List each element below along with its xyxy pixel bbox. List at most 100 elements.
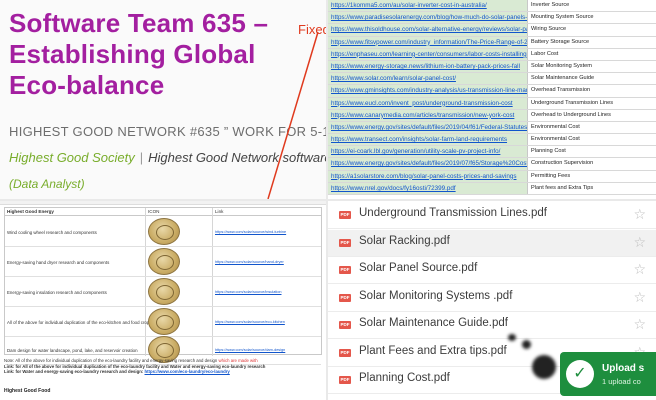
source-url-cell[interactable]: https://ei-coark.lbl.gov/generation/util…: [328, 146, 528, 158]
pdf-icon: PDF: [339, 238, 351, 247]
source-url-cell[interactable]: https://www.canarymedia.com/articles/tra…: [328, 109, 528, 121]
gold-medal-icon: [148, 218, 180, 245]
source-url-cell[interactable]: https://www.energy-storage.news/lithium-…: [328, 60, 528, 73]
star-icon[interactable]: ☆: [633, 316, 646, 333]
source-label-cell: Permitting Fees: [531, 172, 571, 179]
energy-item-link[interactable]: https://www.com/solar/source/dam-design: [215, 348, 285, 352]
table-row: https://www.canarymedia.com/articles/tra…: [328, 109, 656, 122]
toast-title: Upload s: [602, 363, 645, 374]
file-row[interactable]: PDF Solar Monitoring Systems .pdf ☆: [328, 285, 656, 312]
star-icon[interactable]: ☆: [633, 261, 646, 278]
source-label-cell: Mounting System Source: [531, 14, 594, 21]
table-row: https://a1solarstore.com/blog/solar-pane…: [328, 170, 656, 183]
file-name: Solar Maintenance Guide.pdf: [359, 317, 508, 329]
table-row: https://www.energy-storage.news/lithium-…: [328, 60, 656, 74]
cursor-smudge: [532, 355, 556, 379]
header-link: Link: [215, 209, 224, 214]
file-row[interactable]: PDF Solar Panel Source.pdf ☆: [328, 257, 656, 284]
source-label-cell: Environmental Cost: [531, 136, 580, 143]
file-list-panel: PDF Underground Transmission Lines.pdf ☆ PD…: [328, 201, 656, 400]
source-url-cell[interactable]: https://www.fitsvpower.com/industry_info…: [328, 36, 528, 48]
source-url-cell[interactable]: https://www.nrel.gov/docs/fy16osti/72399…: [328, 182, 528, 194]
energy-item-link[interactable]: https://www.com/solar/source/eco-kitchen: [215, 320, 285, 324]
star-icon[interactable]: ☆: [633, 206, 646, 223]
source-url-cell[interactable]: https://www.eucl.com/invent_post/undergr…: [328, 97, 528, 109]
check-icon: ✓: [566, 360, 594, 388]
pdf-icon: PDF: [339, 266, 351, 274]
table-row: https://www.energy.gov/sites/default/fil…: [328, 158, 656, 171]
screenshot-collage: Software Team 635 – Establishing Global …: [0, 0, 656, 400]
file-name: Planning Cost.pdf: [359, 372, 450, 384]
page-header-panel: Software Team 635 – Establishing Global …: [0, 0, 326, 199]
energy-item-text: All of the above for individual duplicat…: [7, 320, 163, 325]
source-url-cell[interactable]: https://www.solar.com/learn/solar-panel-…: [328, 73, 528, 85]
file-name: Solar Monitoring Systems .pdf: [359, 289, 513, 302]
energy-item-text: Wind cooling wheel research and componen…: [7, 230, 97, 235]
spreadsheet-panel: https://1komma5.com/au/solar-inverter-co…: [328, 0, 656, 199]
source-label-cell: Solar Maintenance Guide: [531, 75, 595, 82]
source-url-cell[interactable]: https://www.paradisesolarenergy.com/blog…: [328, 12, 528, 24]
file-row[interactable]: PDF Solar Racking.pdf ☆: [328, 229, 656, 257]
gold-medal-icon: [148, 308, 180, 335]
source-url-cell[interactable]: https://a1solarstore.com/blog/solar-pane…: [328, 170, 528, 182]
energy-item-text: Energy-saving insulation research and co…: [7, 290, 107, 295]
source-url-cell[interactable]: https://www.gminsights.com/industry-anal…: [328, 85, 528, 97]
document-panel: Highest Good Energy ICON Link Wind cooli…: [0, 201, 326, 400]
file-row[interactable]: PDF Underground Transmission Lines.pdf ☆: [328, 202, 656, 229]
file-name: Solar Panel Source.pdf: [359, 262, 478, 274]
table-notes: Note: All of the above for individual du…: [4, 358, 322, 375]
row-divider: [5, 306, 321, 307]
source-url-cell[interactable]: https://www.energy.gov/sites/default/fil…: [328, 158, 528, 170]
source-label-cell: Solar Monitoring System: [531, 62, 592, 69]
energy-item-link[interactable]: https://www.com/solar/source/hand-dryer: [215, 260, 284, 264]
column-divider: [212, 208, 213, 356]
row-divider: [5, 246, 321, 247]
file-name: Plant Fees and Extra tips.pdf: [359, 344, 507, 357]
source-url-cell[interactable]: https://www.energy.gov/sites/default/fil…: [328, 121, 528, 134]
star-icon[interactable]: ☆: [633, 289, 646, 306]
table-row: https://1komma5.com/au/solar-inverter-co…: [328, 0, 656, 13]
table-row: https://www.eucl.com/invent_post/undergr…: [328, 97, 656, 110]
source-label-cell: Inverter Source: [531, 2, 570, 8]
document-ruler: [0, 201, 326, 205]
header-icon: ICON: [148, 209, 160, 214]
table-row: https://www.paradisesolarenergy.com/blog…: [328, 12, 656, 25]
source-url-cell[interactable]: https://enphaseu.com/learning-center/con…: [328, 48, 528, 60]
note-3-link[interactable]: https://www.com/eco-laundry/eco-laundry: [145, 369, 230, 374]
source-label-cell: Overhead Transmission: [531, 87, 591, 94]
energy-item-text: Dam design for water landscape, pond, la…: [7, 348, 138, 353]
energy-item-link[interactable]: https://www.com/solar/source/insulation: [215, 290, 281, 294]
source-url-cell[interactable]: https://www.transect.com/insights/solar-…: [328, 134, 528, 146]
file-row[interactable]: PDF Solar Maintenance Guide.pdf ☆: [328, 312, 656, 339]
spreadsheet-grid: https://1komma5.com/au/solar-inverter-co…: [328, 0, 656, 195]
table-row: https://www.fitsvpower.com/industry_info…: [328, 36, 656, 49]
energy-item-link[interactable]: https://www.com/solar/source/wind-turbin…: [215, 230, 286, 234]
source-label-cell: Wiring Source: [531, 26, 567, 33]
source-label-cell: Battery Storage Source: [531, 38, 590, 45]
table-row: https://www.energy.gov/sites/default/fil…: [328, 121, 656, 135]
toast-subtitle: 1 upload co: [602, 377, 641, 386]
source-label-cell: Plant fees and Extra Tips: [531, 184, 594, 191]
note-1-highlight: which are made with: [218, 358, 258, 363]
file-name: Solar Racking.pdf: [359, 234, 450, 247]
cursor-smudge: [522, 340, 531, 349]
table-row: https://enphaseu.com/learning-center/con…: [328, 48, 656, 61]
source-label-cell: Overhead to Underground Lines: [531, 111, 611, 118]
upload-complete-toast[interactable]: ✓ Upload s 1 upload co: [560, 352, 656, 396]
source-url-cell[interactable]: https://www.thisoldhouse.com/solar-alter…: [328, 24, 528, 36]
source-url-cell[interactable]: https://1komma5.com/au/solar-inverter-co…: [328, 0, 528, 12]
pdf-icon: PDF: [339, 348, 351, 357]
note-1: Note: All of the above for individual du…: [4, 358, 218, 363]
pdf-icon: PDF: [339, 321, 351, 329]
source-label-cell: Labor Cost: [531, 50, 559, 57]
table-header: Highest Good Energy ICON Link: [5, 208, 321, 216]
energy-table: Highest Good Energy ICON Link Wind cooli…: [4, 207, 322, 365]
file-name: Underground Transmission Lines.pdf: [359, 207, 547, 219]
source-label-cell: Underground Transmission Lines: [531, 99, 614, 106]
pdf-icon: PDF: [339, 376, 351, 384]
energy-item-text: Energy-saving hand dryer research and co…: [7, 260, 110, 265]
gold-medal-icon: [148, 248, 180, 275]
star-icon[interactable]: ☆: [633, 234, 646, 251]
row-divider: [5, 276, 321, 277]
pdf-icon: PDF: [339, 293, 351, 302]
